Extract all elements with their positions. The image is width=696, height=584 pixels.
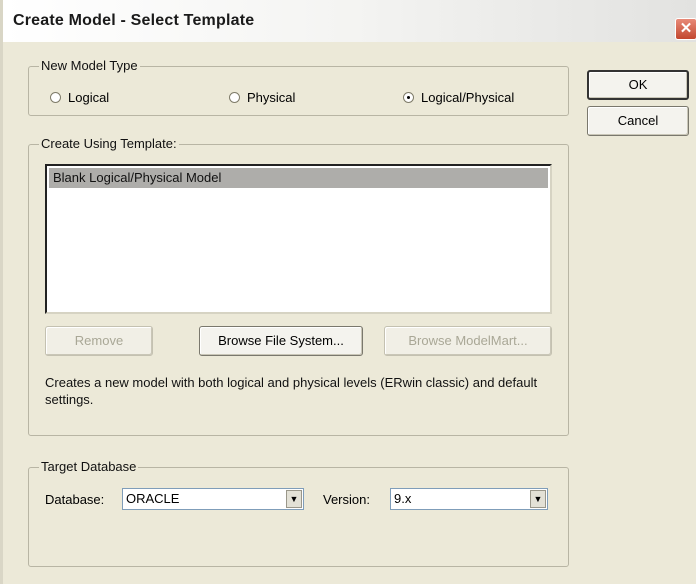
radio-physical-indicator (229, 92, 240, 103)
radio-logical-label: Logical (68, 90, 110, 105)
new-model-type-legend: New Model Type (39, 58, 140, 73)
template-legend: Create Using Template: (39, 136, 179, 151)
title-bar[interactable]: Create Model - Select Template ✕ (3, 0, 696, 42)
dialog-title: Create Model - Select Template (13, 12, 255, 29)
target-database-group: Target Database (28, 459, 569, 567)
list-item[interactable]: Blank Logical/Physical Model (49, 168, 548, 188)
database-value: ORACLE (126, 491, 180, 506)
browse-modelmart-button[interactable]: Browse ModelMart... (384, 326, 552, 356)
template-description: Creates a new model with both logical an… (45, 375, 538, 407)
ok-button[interactable]: OK (587, 70, 689, 100)
browse-file-system-button[interactable]: Browse File System... (199, 326, 363, 356)
chevron-down-icon[interactable]: ▼ (530, 490, 546, 508)
version-value: 9.x (394, 491, 412, 506)
radio-physical[interactable]: Physical (229, 90, 295, 105)
radio-logical[interactable]: Logical (50, 90, 109, 105)
close-icon[interactable]: ✕ (675, 18, 696, 40)
database-label: Database: (45, 492, 105, 507)
cancel-button[interactable]: Cancel (587, 106, 689, 136)
radio-logical-indicator (50, 92, 61, 103)
target-database-legend: Target Database (39, 459, 139, 474)
template-listbox[interactable]: Blank Logical/Physical Model (45, 164, 552, 314)
radio-logical-physical[interactable]: Logical/Physical (403, 90, 514, 105)
radio-physical-label: Physical (247, 90, 296, 105)
radio-logical-physical-label: Logical/Physical (421, 90, 515, 105)
chevron-down-icon[interactable]: ▼ (286, 490, 302, 508)
remove-button[interactable]: Remove (45, 326, 153, 356)
create-model-dialog: Create Model - Select Template ✕ New Mod… (0, 0, 696, 584)
database-select[interactable]: ORACLE ▼ (122, 488, 304, 510)
version-label: Version: (323, 492, 370, 507)
version-select[interactable]: 9.x ▼ (390, 488, 548, 510)
radio-logical-physical-indicator (403, 92, 414, 103)
